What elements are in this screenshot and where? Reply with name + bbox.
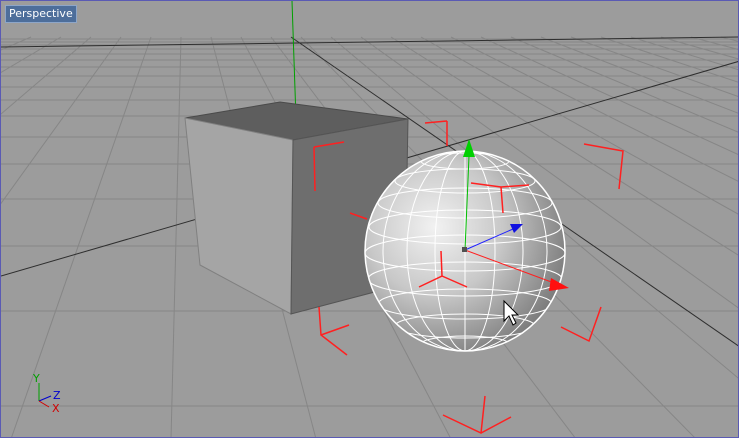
viewport-scene[interactable] [1, 1, 739, 438]
viewport-title[interactable]: Perspective [5, 5, 77, 23]
perspective-viewport[interactable]: Perspective Y Z X [0, 0, 739, 438]
axis-tripod: Y Z X [29, 371, 69, 417]
axis-z-label: Z [53, 389, 61, 402]
axis-x-label: X [52, 402, 60, 415]
axis-y-label: Y [33, 372, 40, 385]
